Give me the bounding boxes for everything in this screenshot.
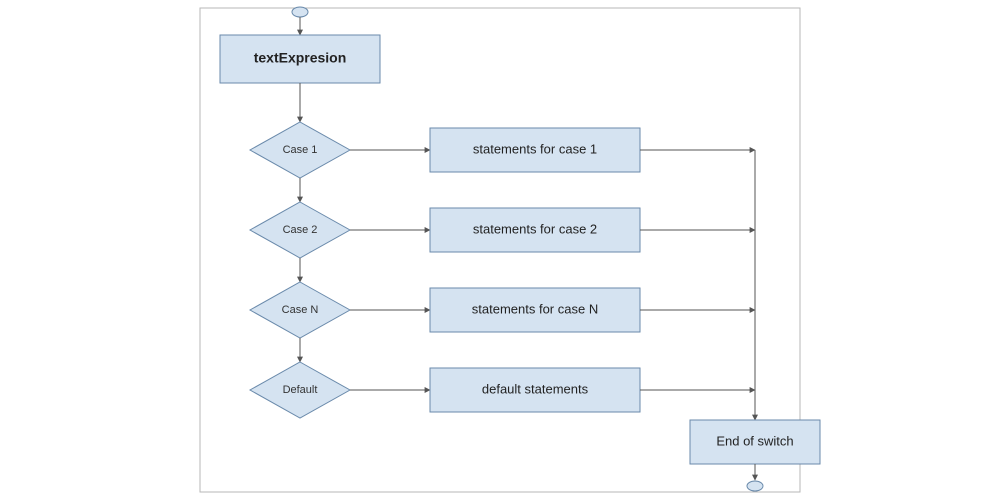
stmt-case-n-label: statements for case N xyxy=(472,301,598,316)
decision-case-1-label: Case 1 xyxy=(283,144,318,156)
end-terminal xyxy=(747,481,763,491)
stmt-case-1-label: statements for case 1 xyxy=(473,141,597,156)
decision-default-label: Default xyxy=(283,384,318,396)
stmt-default-label: default statements xyxy=(482,381,589,396)
decision-case-2-label: Case 2 xyxy=(283,224,318,236)
start-terminal xyxy=(292,7,308,17)
switch-flowchart: textExpresion Case 1 statements for case… xyxy=(0,0,1000,500)
decision-case-n-label: Case N xyxy=(282,304,319,316)
end-label: End of switch xyxy=(716,433,793,448)
stmt-case-2-label: statements for case 2 xyxy=(473,221,597,236)
entry-label: textExpresion xyxy=(254,50,347,66)
